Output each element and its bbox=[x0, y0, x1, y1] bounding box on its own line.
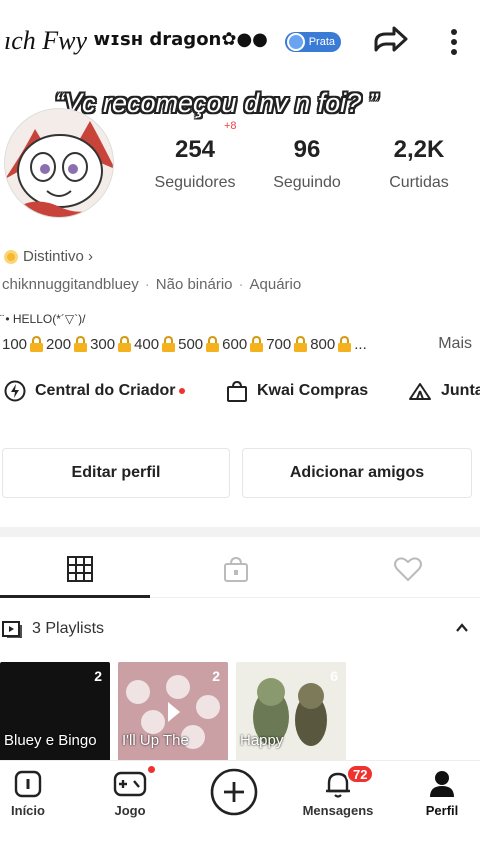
creator-center-link[interactable]: Central do Criador bbox=[4, 380, 186, 402]
tab-videos[interactable] bbox=[0, 540, 160, 598]
nav-home-label: Início bbox=[11, 803, 45, 818]
nav-home[interactable]: Início bbox=[0, 769, 68, 829]
join-label: Junta bbox=[441, 382, 480, 399]
bio-level-value: 500 bbox=[178, 335, 204, 353]
bio-level-value: 400 bbox=[134, 335, 160, 353]
coin-icon bbox=[4, 249, 18, 264]
likes-label: Curtidas bbox=[389, 174, 449, 191]
tent-icon bbox=[409, 383, 431, 400]
bio-level-value: 700 bbox=[266, 335, 292, 353]
distintivo-label: Distintivo › bbox=[23, 248, 94, 265]
gamepad-icon bbox=[113, 771, 147, 797]
stat-followers[interactable]: 254 Seguidores bbox=[150, 136, 240, 192]
playlist-count: 6 bbox=[330, 668, 338, 684]
active-tab-indicator bbox=[0, 595, 150, 598]
tab-private[interactable] bbox=[156, 540, 316, 598]
edit-profile-button[interactable]: Editar perfil bbox=[2, 448, 230, 498]
playlist-card[interactable]: 2 I'll Up The bbox=[118, 662, 228, 762]
followers-count: 254 bbox=[174, 136, 216, 163]
lock-icon bbox=[115, 334, 134, 354]
nav-profile[interactable]: Perfil bbox=[402, 769, 480, 829]
bolt-icon bbox=[4, 380, 26, 402]
playlist-caption: I'll Up The bbox=[122, 732, 189, 749]
bio-level-value: 300 bbox=[90, 335, 116, 353]
bio-level-value: 800 bbox=[310, 335, 336, 353]
bio-level-value: 600 bbox=[222, 335, 248, 353]
lock-icon bbox=[335, 334, 354, 354]
badge-dot-icon bbox=[287, 33, 305, 51]
profile-meta: chiknnuggitandbluey · Não binário · Aquário bbox=[2, 276, 302, 293]
kwai-shop-label: Kwai Compras bbox=[257, 382, 369, 399]
playlists-title: 3 Playlists bbox=[32, 620, 105, 637]
playlist-count: 2 bbox=[94, 668, 102, 684]
top-bar: ıch Fwy ᴡɪsʜ dragon✿●● Prata bbox=[0, 0, 480, 80]
stat-likes[interactable]: 2,2K Curtidas bbox=[374, 136, 464, 192]
nav-game-label: Jogo bbox=[114, 803, 146, 818]
grid-icon bbox=[67, 556, 93, 582]
profile-name: ıch Fwy ᴡɪsʜ dragon✿●● bbox=[4, 26, 268, 56]
nav-messages-label: Mensagens bbox=[302, 803, 374, 818]
profile-gender: Não binário bbox=[155, 276, 233, 293]
profile-sign: Aquário bbox=[249, 276, 302, 293]
nav-create[interactable] bbox=[194, 767, 274, 827]
playlist-caption: Bluey e Bingo bbox=[4, 732, 97, 749]
home-icon bbox=[14, 770, 42, 798]
heart-icon bbox=[394, 557, 422, 581]
profile-name-text: ıch Fwy bbox=[4, 26, 88, 55]
plus-create-icon bbox=[210, 768, 258, 816]
level-badge[interactable]: Prata bbox=[285, 32, 341, 52]
join-link[interactable]: Junta bbox=[408, 380, 480, 402]
playlist-card[interactable]: 2 Bluey e Bingo bbox=[0, 662, 110, 762]
bio-ellipsis: ... bbox=[354, 335, 367, 353]
more-link[interactable]: Mais bbox=[438, 335, 472, 353]
badge-label: Prata bbox=[308, 36, 335, 48]
lock-icon bbox=[203, 334, 222, 354]
profile-person-icon bbox=[430, 771, 454, 797]
chevron-up-icon[interactable] bbox=[454, 620, 470, 636]
bio-line-1: ̈ • HELLO(*´▽`)/ bbox=[2, 312, 86, 326]
bio-level-value: 100 bbox=[2, 335, 28, 353]
creator-center-label: Central do Criador bbox=[35, 382, 176, 399]
creator-links-row: Central do Criador Kwai Compras Junta bbox=[0, 374, 480, 414]
playlist-caption: Happy bbox=[240, 732, 284, 749]
profile-name-suffix: ᴡɪsʜ dragon✿●● bbox=[93, 29, 268, 50]
avatar-image bbox=[5, 109, 113, 217]
section-divider bbox=[0, 527, 480, 537]
nav-game[interactable]: Jogo bbox=[90, 769, 170, 829]
locked-bag-icon bbox=[224, 556, 248, 582]
creator-notification-dot bbox=[179, 388, 186, 394]
lock-icon bbox=[291, 334, 310, 354]
bio-level-value: 200 bbox=[46, 335, 72, 353]
distintivo-link[interactable]: Distintivo › bbox=[4, 248, 93, 265]
kwai-shop-link[interactable]: Kwai Compras bbox=[226, 380, 368, 402]
bio-line-2: 100 200 300 400 500 600 700 800... bbox=[2, 334, 367, 354]
lock-icon bbox=[71, 334, 90, 354]
lock-icon bbox=[27, 334, 46, 354]
playlists-header[interactable]: 3 Playlists bbox=[0, 606, 480, 650]
add-friends-button[interactable]: Adicionar amigos bbox=[242, 448, 472, 498]
playlist-card[interactable]: 6 Happy bbox=[236, 662, 346, 762]
more-options-icon[interactable] bbox=[440, 24, 468, 60]
game-notification-dot bbox=[148, 766, 155, 773]
content-tabs bbox=[0, 540, 480, 598]
tab-liked[interactable] bbox=[328, 540, 480, 598]
bottom-navigation: Início Jogo Mensagens Perfil bbox=[0, 760, 480, 854]
lock-icon bbox=[247, 334, 266, 354]
profile-handle: chiknnuggitandbluey bbox=[2, 276, 139, 293]
messages-count-badge: 72 bbox=[346, 764, 375, 784]
shopping-bag-icon bbox=[227, 380, 247, 402]
profile-quote: “Vc recomeçou dnv n foi? ” bbox=[55, 88, 378, 118]
quote-badge: +8 bbox=[224, 120, 237, 132]
likes-count: 2,2K bbox=[393, 136, 445, 163]
stat-following[interactable]: 96 Seguindo bbox=[262, 136, 352, 192]
lock-icon bbox=[159, 334, 178, 354]
avatar[interactable] bbox=[4, 108, 114, 218]
nav-profile-label: Perfil bbox=[425, 803, 459, 818]
playlist-count: 2 bbox=[212, 668, 220, 684]
share-icon[interactable] bbox=[370, 24, 410, 58]
following-count: 96 bbox=[293, 136, 321, 163]
playlist-icon bbox=[2, 621, 22, 638]
followers-label: Seguidores bbox=[154, 174, 236, 191]
following-label: Seguindo bbox=[273, 174, 341, 191]
